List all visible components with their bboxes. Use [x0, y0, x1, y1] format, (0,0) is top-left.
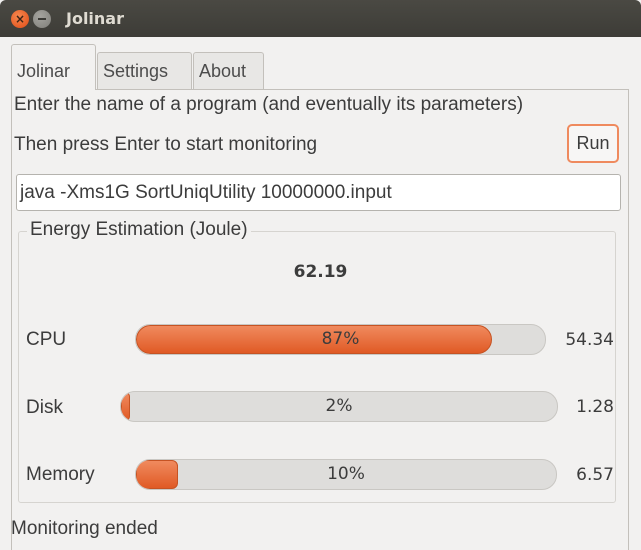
disk-value: 1.28 — [576, 397, 614, 417]
title-bar[interactable]: × Jolinar — [0, 0, 641, 37]
minimize-icon[interactable] — [33, 10, 51, 28]
instruction-line-1: Enter the name of a program (and eventua… — [14, 94, 524, 115]
tab-jolinar[interactable]: Jolinar — [11, 44, 96, 90]
cpu-value: 54.34 — [565, 330, 614, 350]
disk-percent: 2% — [325, 396, 353, 416]
window-title: Jolinar — [66, 9, 124, 28]
cpu-percent: 87% — [321, 329, 360, 349]
cpu-progress-bar: 87% — [135, 324, 546, 355]
tab-settings[interactable]: Settings — [97, 52, 192, 89]
disk-progress-bar: 2% — [120, 391, 558, 422]
tab-about[interactable]: About — [193, 52, 264, 89]
cpu-label: CPU — [26, 329, 67, 350]
memory-percent: 10% — [327, 464, 365, 484]
energy-group-label: Energy Estimation (Joule) — [27, 219, 251, 241]
disk-label: Disk — [26, 397, 63, 418]
close-icon[interactable]: × — [11, 10, 29, 28]
instruction-line-2: Then press Enter to start monitoring — [14, 134, 318, 155]
run-button[interactable]: Run — [567, 124, 619, 163]
status-text: Monitoring ended — [11, 518, 158, 539]
command-input[interactable]: java -Xms1G SortUniqUtility 10000000.inp… — [16, 174, 621, 211]
memory-label: Memory — [26, 464, 95, 485]
memory-value: 6.57 — [576, 465, 614, 485]
energy-total: 62.19 — [293, 262, 348, 282]
memory-progress-bar: 10% — [135, 459, 557, 490]
